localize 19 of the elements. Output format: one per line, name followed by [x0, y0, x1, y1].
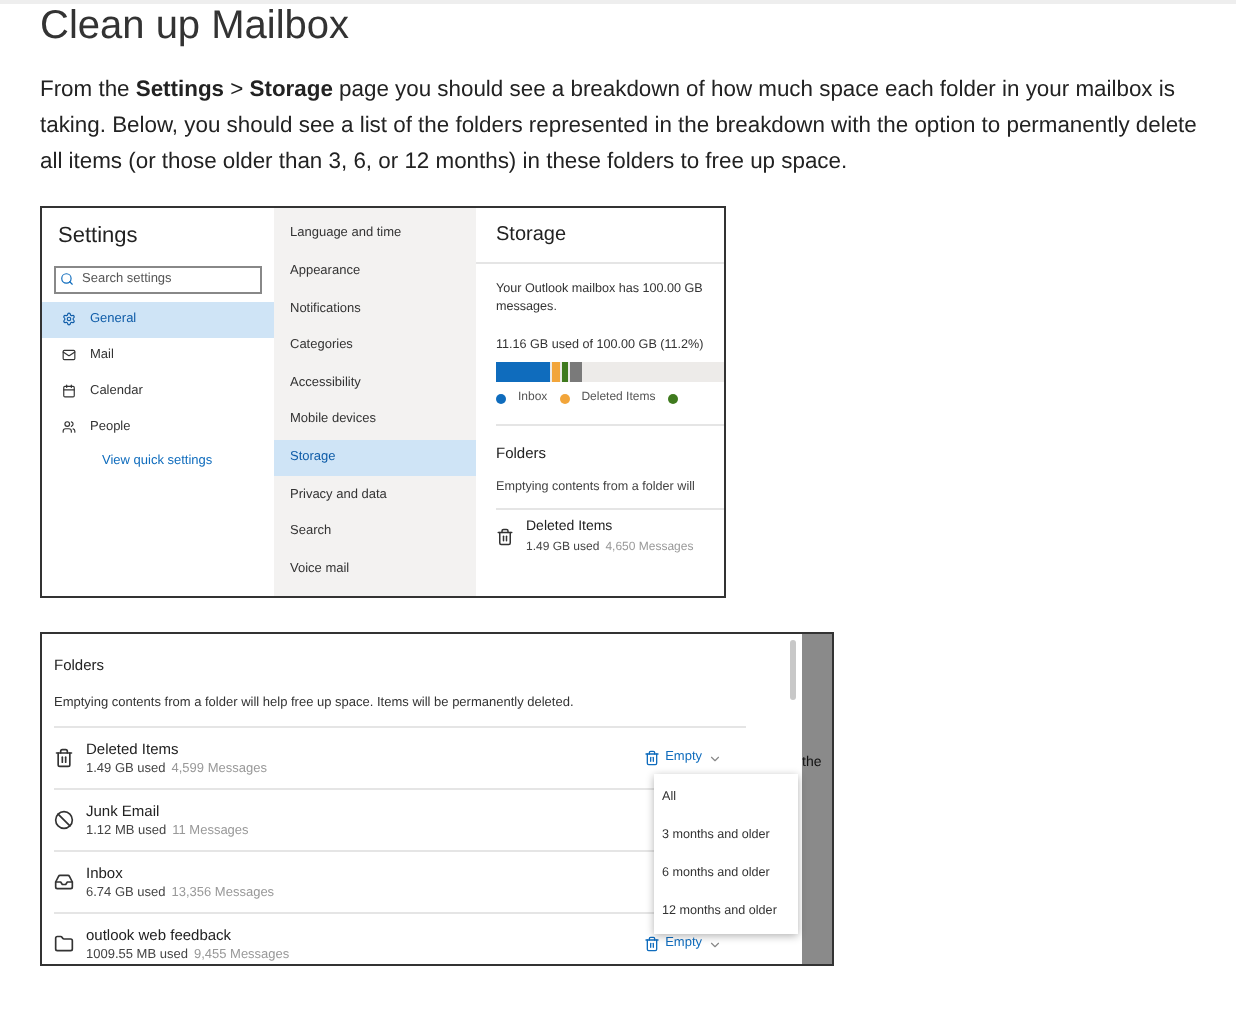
ban-icon: [54, 810, 74, 830]
scrollbar[interactable]: [790, 640, 796, 700]
search-icon: [60, 272, 74, 286]
intro-paragraph: From the Settings > Storage page you should see a breakdown of how much space each folder in your mailbox is taking. Below, you should see a list of the folders represented in the breakdown with the option to permanently delete all items (or those older than 3, 6, or 12 months) in these folders to free up space.: [40, 76, 1199, 178]
gear-icon: [62, 312, 76, 326]
trash-icon: [496, 528, 514, 547]
chevron-icon: [708, 751, 722, 765]
settings-title: Settings: [58, 222, 140, 252]
inbox-tray-icon: [54, 872, 74, 892]
chevron-icon: [708, 937, 722, 951]
trash-icon: [54, 748, 74, 768]
folder-icon: [54, 934, 74, 954]
calendar-icon: [62, 384, 76, 398]
trash-icon: [643, 750, 660, 766]
people-icon: [62, 420, 76, 434]
storage-title: Storage: [496, 222, 569, 250]
mail-icon: [62, 348, 76, 362]
page-heading: Clean up Mailbox: [40, 4, 350, 48]
trash-icon: [643, 936, 660, 952]
